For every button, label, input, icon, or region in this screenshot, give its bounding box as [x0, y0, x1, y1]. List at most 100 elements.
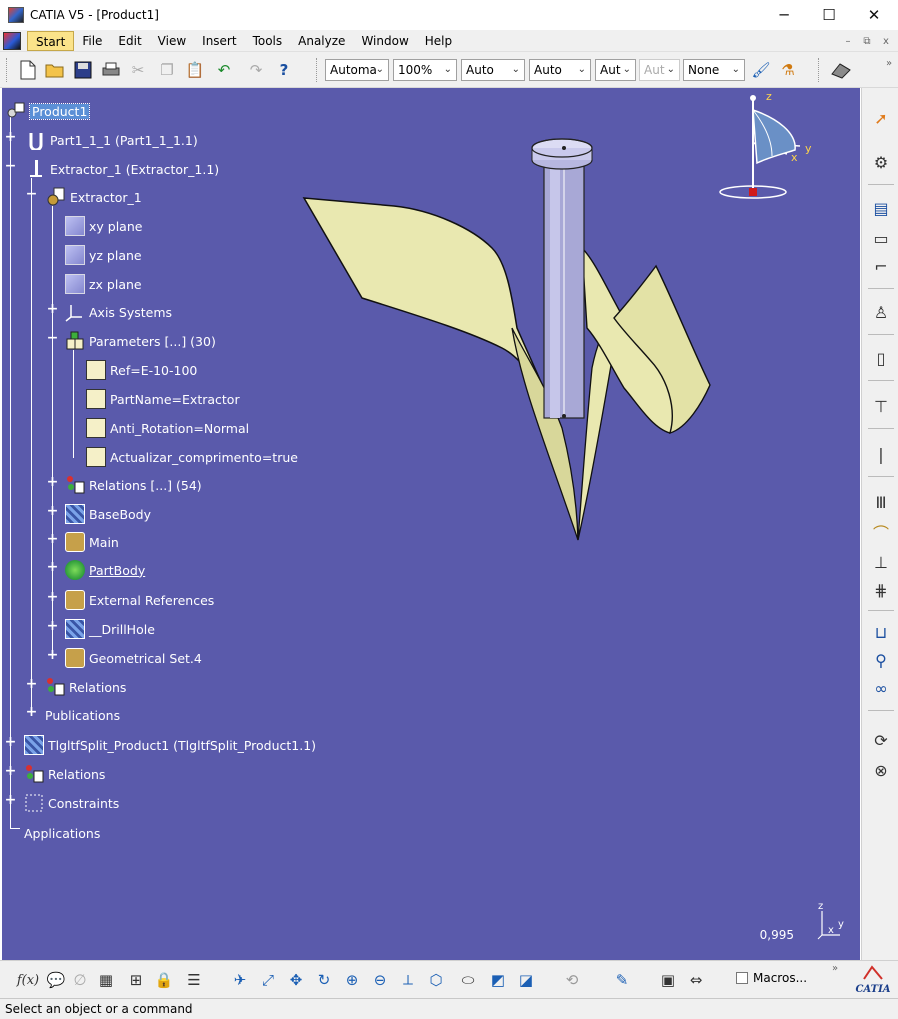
tree-label[interactable]: Relations [48, 767, 105, 782]
expand-plus-icon[interactable]: + [46, 648, 59, 662]
fit-all-icon[interactable]: ⤢ [256, 969, 280, 991]
tree-label[interactable]: External References [89, 593, 214, 608]
gate-icon[interactable]: ⊥ [869, 550, 893, 574]
sketch-icon[interactable]: ✎ [610, 969, 634, 991]
pocket-icon[interactable]: ⊔ [869, 620, 893, 644]
redo-icon[interactable]: ↷ [244, 59, 268, 81]
tree-label[interactable]: Ref=E-10-100 [110, 363, 197, 378]
toolbar-grip[interactable] [818, 58, 821, 82]
measure-icon[interactable]: ⇔ [684, 969, 708, 991]
document-minimize-button[interactable]: – [840, 33, 856, 49]
hide-show-icon[interactable]: ◩ [486, 969, 510, 991]
paste-icon[interactable]: 📋 [183, 59, 207, 81]
tree-node-applications[interactable]: Applications [24, 823, 100, 843]
expand-plus-icon[interactable]: + [46, 302, 59, 316]
tree-node-extractor-instance[interactable]: Extractor_1 (Extractor_1.1) [26, 159, 219, 179]
tree-label[interactable]: Publications [45, 708, 120, 723]
tree-node-relations-product[interactable]: Relations [24, 764, 105, 784]
tree-label[interactable]: Relations [...] (54) [89, 478, 202, 493]
fly-mode-icon[interactable]: ✈ [228, 969, 252, 991]
expand-plus-icon[interactable]: + [46, 590, 59, 604]
tree-node-external-references[interactable]: External References [65, 590, 214, 610]
tree-node-main[interactable]: Main [65, 532, 119, 552]
tree-node-part1[interactable]: Part1_1_1 (Part1_1_1.1) [26, 130, 198, 152]
expand-plus-icon[interactable]: + [25, 677, 38, 691]
comment-icon[interactable]: 💬 [44, 969, 68, 991]
tree-label[interactable]: PartName=Extractor [110, 392, 240, 407]
tree-node-constraints[interactable]: Constraints [24, 793, 119, 813]
update-all-icon[interactable]: ⟲ [560, 969, 584, 991]
expand-plus-icon[interactable]: + [4, 130, 17, 144]
macros-checkbox[interactable] [736, 972, 748, 984]
tree-node-product1[interactable]: Product1 [6, 101, 91, 121]
tree-label[interactable]: Anti_Rotation=Normal [110, 421, 249, 436]
lock-icon[interactable]: 🔒 [152, 969, 176, 991]
tree-node-publications[interactable]: Publications [45, 705, 120, 725]
tree-label[interactable]: PartBody [89, 563, 145, 578]
toolbar-overflow-icon[interactable]: » [832, 963, 838, 974]
leader-pin-icon[interactable]: ▯ [869, 346, 893, 370]
tree-label[interactable]: BaseBody [89, 507, 151, 522]
select-arrow-icon[interactable]: ➚ [869, 106, 893, 130]
sprue-bushing-icon[interactable]: Ⅲ [869, 490, 893, 514]
tree-node-drillhole[interactable]: __DrillHole [65, 619, 155, 639]
collapse-minus-icon[interactable]: − [4, 159, 17, 173]
layer-select[interactable]: None ⌄ [683, 59, 745, 81]
tree-label[interactable]: TlgltfSplit_Product1 (TlgltfSplit_Produc… [48, 738, 316, 753]
law-icon[interactable]: ∅ [68, 969, 92, 991]
expand-plus-icon[interactable]: + [4, 764, 17, 778]
tree-node-extractor-part[interactable]: Extractor_1 [46, 187, 142, 207]
menu-insert[interactable]: Insert [194, 31, 244, 51]
component-icon[interactable]: ⚙ [869, 150, 893, 174]
collapse-minus-icon[interactable]: − [25, 187, 38, 201]
new-part-icon[interactable]: ▭ [869, 226, 893, 250]
zoom-in-icon[interactable]: ⊕ [340, 969, 364, 991]
tree-label[interactable]: Extractor_1 (Extractor_1.1) [50, 162, 219, 177]
transparency-select[interactable]: 100% ⌄ [393, 59, 457, 81]
knowledge-icon[interactable]: ⊞ [124, 969, 148, 991]
iso-view-icon[interactable]: ⬡ [424, 969, 448, 991]
tree-label[interactable]: Geometrical Set.4 [89, 651, 202, 666]
render-style-icon[interactable] [829, 59, 853, 81]
tree-node-param-actualizar[interactable]: Actualizar_comprimento=true [86, 447, 298, 467]
menu-file[interactable]: File [74, 31, 110, 51]
tree-label[interactable]: Constraints [48, 796, 119, 811]
cut-icon[interactable]: ✂ [126, 59, 150, 81]
expand-plus-icon[interactable]: + [46, 532, 59, 546]
hole-icon[interactable]: ⚲ [869, 648, 893, 672]
tree-label[interactable]: Applications [24, 826, 100, 841]
expand-plus-icon[interactable]: + [46, 619, 59, 633]
tree-label[interactable]: Relations [69, 680, 126, 695]
point-symbol-select[interactable]: Aut ⌄ [595, 59, 636, 81]
new-document-icon[interactable] [16, 59, 40, 81]
expand-plus-icon[interactable]: + [4, 735, 17, 749]
3d-viewport[interactable]: z y x Product1 + Part1_1_1 (Part1_1_1.1)… [2, 88, 860, 960]
color-select[interactable]: Automa ⌄ [325, 59, 389, 81]
maximize-button[interactable]: ☐ [806, 0, 852, 30]
tree-node-param-partname[interactable]: PartName=Extractor [86, 389, 240, 409]
toolbar-grip[interactable] [316, 58, 319, 82]
line-thickness-select[interactable]: Auto ⌄ [461, 59, 525, 81]
link-icon[interactable]: ∞ [869, 676, 893, 700]
tree-node-yz-plane[interactable]: yz plane [65, 245, 142, 265]
menu-start[interactable]: Start [27, 30, 75, 51]
minimize-button[interactable]: ─ [761, 0, 807, 30]
tree-node-param-anti-rotation[interactable]: Anti_Rotation=Normal [86, 418, 249, 438]
menu-edit[interactable]: Edit [110, 31, 149, 51]
rotate-icon[interactable]: ↻ [312, 969, 336, 991]
tree-node-xy-plane[interactable]: xy plane [65, 216, 142, 236]
update-icon[interactable]: ⟳ [869, 728, 893, 752]
print-icon[interactable] [99, 59, 123, 81]
expand-plus-icon[interactable]: + [46, 504, 59, 518]
tree-node-param-ref[interactable]: Ref=E-10-100 [86, 360, 197, 380]
expand-plus-icon[interactable]: + [46, 560, 59, 574]
document-close-button[interactable]: x [878, 33, 894, 49]
catalog-icon[interactable]: ▣ [656, 969, 680, 991]
toolbar-overflow-icon[interactable]: » [877, 52, 898, 74]
tree-node-partbody[interactable]: PartBody [65, 560, 145, 580]
apply-material-icon[interactable]: ⚗ [776, 59, 800, 81]
shading-icon[interactable]: ⬭ [456, 969, 480, 991]
plate-icon[interactable]: ⌐ [869, 254, 893, 278]
pan-icon[interactable]: ✥ [284, 969, 308, 991]
tree-label[interactable]: Actualizar_comprimento=true [110, 450, 298, 465]
